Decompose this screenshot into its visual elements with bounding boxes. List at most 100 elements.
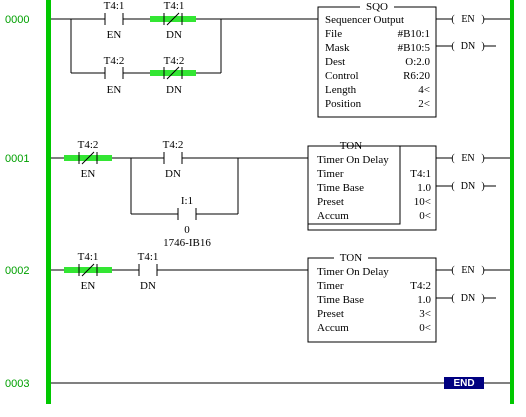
diagram-label: DN xyxy=(461,41,475,52)
diagram-label: Time Base xyxy=(317,182,364,194)
left-power-rail xyxy=(46,0,51,404)
diagram-label: File xyxy=(325,28,342,40)
diagram-label: 1.0 xyxy=(417,294,431,306)
diagram-label: DN xyxy=(165,168,181,180)
box-title: Timer On Delay xyxy=(317,266,389,278)
rung-number: 0002 xyxy=(5,265,29,277)
rung-number: 0001 xyxy=(5,153,29,165)
diagram-label: 0< xyxy=(419,210,431,222)
diagram-label: 0< xyxy=(419,322,431,334)
diagram-label: #B10:1 xyxy=(398,28,430,40)
diagram-label: T4:1 xyxy=(164,0,185,12)
output-dn[interactable]: DN () xyxy=(451,293,484,304)
diagram-label: Timer xyxy=(317,168,344,180)
diagram-label: EN xyxy=(461,153,474,164)
ladder-editor: 0000 T4:1 EN T4:1 DN T4:2 EN T4:2 DN SQO… xyxy=(0,0,526,417)
diagram-label: R6:20 xyxy=(403,70,430,82)
diagram-label: #B10:5 xyxy=(398,42,431,54)
diagram-label: ( xyxy=(451,41,455,52)
diagram-label: Accum xyxy=(317,322,349,334)
right-power-rail xyxy=(510,0,514,404)
diagram-label: T4:1 xyxy=(104,0,125,12)
diagram-label: T4:2 xyxy=(104,55,125,67)
diagram-label: 0 xyxy=(184,224,190,236)
diagram-label: DN xyxy=(461,293,475,304)
contact-xic-i-1-0[interactable]: I:1 0 1746-IB16 xyxy=(163,195,211,249)
diagram-label: 10< xyxy=(414,196,431,208)
output-en[interactable]: EN () xyxy=(451,153,484,164)
box-mnemonic: SQO xyxy=(366,1,388,13)
contact-xio-t4-2-en[interactable]: T4:2 EN xyxy=(64,139,112,180)
contact-xic-t4-1-en[interactable]: T4:1 EN xyxy=(104,0,125,41)
module-label: 1746-IB16 xyxy=(163,237,211,249)
diagram-label: T4:1 xyxy=(78,251,99,263)
diagram-label: ( xyxy=(451,265,455,276)
diagram-label: DN xyxy=(461,181,475,192)
diagram-label: ) xyxy=(481,265,484,276)
box-title: Timer On Delay xyxy=(317,154,389,166)
diagram-label: Accum xyxy=(317,210,349,222)
box-title: Sequencer Output xyxy=(325,14,404,26)
diagram-label: ) xyxy=(481,181,484,192)
diagram-label: DN xyxy=(140,280,156,292)
diagram-label: Timer xyxy=(317,280,344,292)
diagram-label: ( xyxy=(451,181,455,192)
diagram-label: ) xyxy=(481,293,484,304)
diagram-label: Preset xyxy=(317,308,344,320)
diagram-label: I:1 xyxy=(181,195,193,207)
sqo-instruction-box[interactable]: SQO Sequencer Output File #B10:1 Mask #B… xyxy=(317,1,437,118)
diagram-label: ) xyxy=(481,14,484,25)
diagram-label: ( xyxy=(451,14,455,25)
output-en[interactable]: EN () xyxy=(451,14,484,25)
diagram-label: ( xyxy=(451,293,455,304)
diagram-label: Time Base xyxy=(317,294,364,306)
rung-0003[interactable]: 0003 END xyxy=(5,377,510,390)
diagram-label: END xyxy=(453,378,474,389)
diagram-label: EN xyxy=(81,280,96,292)
diagram-label: Length xyxy=(325,84,357,96)
diagram-label: ( xyxy=(451,153,455,164)
diagram-label: DN xyxy=(166,84,182,96)
rung-0000[interactable]: 0000 T4:1 EN T4:1 DN T4:2 EN T4:2 DN SQO… xyxy=(5,0,510,118)
ton-instruction-box[interactable]: TON Timer On Delay Timer T4:2 Time Base … xyxy=(307,252,437,343)
rung-number: 0000 xyxy=(5,14,29,26)
diagram-label: Mask xyxy=(325,42,350,54)
ton-instruction-box[interactable]: TON Timer On Delay Timer T4:1 Time Base … xyxy=(307,140,432,225)
rung-0002[interactable]: 0002 T4:1 EN T4:1 DN TON Timer On Delay … xyxy=(5,251,510,343)
output-dn[interactable]: DN () xyxy=(451,41,484,52)
diagram-label: EN xyxy=(461,14,474,25)
box-mnemonic: TON xyxy=(340,252,362,264)
diagram-label: Dest xyxy=(325,56,345,68)
diagram-label: ) xyxy=(481,153,484,164)
diagram-label: 1.0 xyxy=(417,182,431,194)
output-dn[interactable]: DN () xyxy=(451,181,484,192)
diagram-label: T4:2 xyxy=(78,139,99,151)
rung-0001[interactable]: 0001 T4:2 EN T4:2 DN I:1 0 1746-IB16 TON… xyxy=(5,139,510,249)
diagram-label: 4< xyxy=(418,84,430,96)
diagram-label: T4:2 xyxy=(164,55,185,67)
contact-xic-t4-2-en[interactable]: T4:2 EN xyxy=(104,55,125,96)
rung-number: 0003 xyxy=(5,378,29,390)
diagram-label: DN xyxy=(166,29,182,41)
diagram-label: Control xyxy=(325,70,359,82)
diagram-label: T4:2 xyxy=(410,280,431,292)
contact-xic-t4-2-dn[interactable]: T4:2 DN xyxy=(163,139,184,180)
diagram-label: Position xyxy=(325,98,362,110)
diagram-label: Preset xyxy=(317,196,344,208)
diagram-label: ) xyxy=(481,41,484,52)
diagram-label: T4:1 xyxy=(410,168,431,180)
diagram-label: EN xyxy=(107,84,122,96)
diagram-label: EN xyxy=(107,29,122,41)
diagram-label: O:2.0 xyxy=(405,56,430,68)
contact-xio-t4-1-en[interactable]: T4:1 EN xyxy=(64,251,112,292)
end-instruction[interactable]: END xyxy=(444,377,484,389)
output-en[interactable]: EN () xyxy=(451,265,484,276)
contact-xic-t4-1-dn[interactable]: T4:1 DN xyxy=(138,251,159,292)
diagram-label: 3< xyxy=(419,308,431,320)
contact-xio-t4-1-dn[interactable]: T4:1 DN xyxy=(150,0,196,41)
diagram-label: 2< xyxy=(418,98,430,110)
diagram-label: EN xyxy=(461,265,474,276)
ladder-diagram: 0000 T4:1 EN T4:1 DN T4:2 EN T4:2 DN SQO… xyxy=(5,0,514,404)
contact-xio-t4-2-dn[interactable]: T4:2 DN xyxy=(150,55,196,96)
diagram-label: T4:1 xyxy=(138,251,159,263)
